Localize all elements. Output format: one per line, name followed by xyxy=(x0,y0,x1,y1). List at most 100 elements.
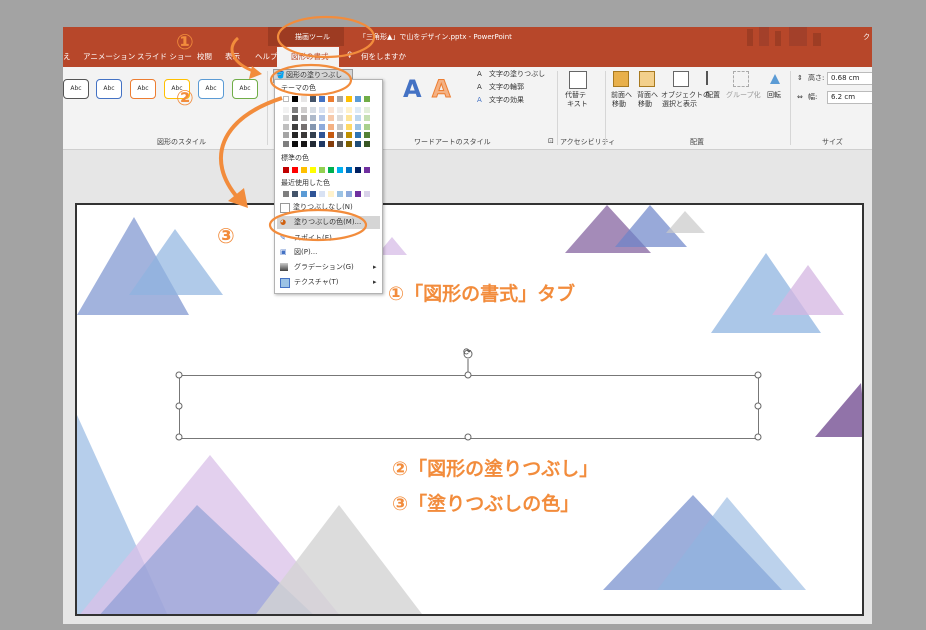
theme-color-swatch[interactable] xyxy=(292,123,298,130)
theme-color-swatch[interactable] xyxy=(337,106,343,113)
text-outline-icon[interactable]: A xyxy=(477,83,482,92)
theme-color-swatch[interactable] xyxy=(346,132,352,138)
theme-color-swatch[interactable] xyxy=(355,106,361,113)
theme-color-swatch[interactable] xyxy=(283,106,289,113)
lightbulb-icon[interactable]: ♀ xyxy=(347,50,353,59)
theme-color-swatch[interactable] xyxy=(283,123,289,130)
theme-color-swatch[interactable] xyxy=(319,140,325,147)
selection-pane-label-2[interactable]: 選択と表示 xyxy=(662,100,697,109)
theme-color-swatch[interactable] xyxy=(319,132,325,138)
theme-color-swatch[interactable] xyxy=(301,132,307,138)
text-fill-icon[interactable]: A xyxy=(477,70,482,79)
theme-color-swatch[interactable] xyxy=(301,106,307,113)
group-label[interactable]: グループ化 xyxy=(726,91,761,100)
width-input[interactable]: 6.2 cm xyxy=(827,91,872,104)
recent-color-swatch[interactable] xyxy=(319,191,325,197)
theme-color-swatch[interactable] xyxy=(346,115,352,121)
theme-color-swatch[interactable] xyxy=(292,132,298,138)
theme-color-swatch[interactable] xyxy=(328,96,334,102)
text-fill-label[interactable]: 文字の塗りつぶし xyxy=(489,70,545,79)
bring-forward-label-2[interactable]: 移動 xyxy=(612,100,626,109)
shape-style-2[interactable]: Abc xyxy=(96,79,122,99)
recent-color-swatch[interactable] xyxy=(310,191,316,197)
recent-color-swatch[interactable] xyxy=(301,191,307,197)
theme-color-swatch[interactable] xyxy=(328,132,334,138)
recent-color-swatch[interactable] xyxy=(337,191,343,197)
align-icon[interactable] xyxy=(706,71,722,85)
theme-color-swatch[interactable] xyxy=(319,123,325,130)
theme-color-swatch[interactable] xyxy=(337,123,343,130)
theme-color-swatch[interactable] xyxy=(310,106,316,113)
theme-color-swatch[interactable] xyxy=(355,115,361,121)
theme-color-swatch[interactable] xyxy=(364,106,370,113)
theme-color-swatch[interactable] xyxy=(355,132,361,138)
recent-color-swatch[interactable] xyxy=(292,191,298,197)
standard-color-swatch[interactable] xyxy=(328,167,334,173)
theme-color-swatch[interactable] xyxy=(337,140,343,147)
theme-color-swatch[interactable] xyxy=(301,96,307,102)
send-backward-label-1[interactable]: 背面へ xyxy=(637,91,658,100)
tell-me-box[interactable]: 何をしますか xyxy=(361,51,406,62)
theme-color-swatch[interactable] xyxy=(364,132,370,138)
text-effects-icon[interactable]: A xyxy=(477,96,482,105)
theme-color-swatch[interactable] xyxy=(364,96,370,102)
tab-transition[interactable]: え xyxy=(63,51,71,62)
texture-item[interactable]: テクスチャ(T) ▸ xyxy=(275,276,382,289)
theme-color-swatch[interactable] xyxy=(355,140,361,147)
more-fill-colors-item[interactable]: ◕ 塗りつぶしの色(M)... xyxy=(277,216,380,229)
theme-color-swatch[interactable] xyxy=(328,140,334,147)
theme-color-swatch[interactable] xyxy=(346,96,352,102)
alt-text-label-2[interactable]: キスト xyxy=(567,100,588,109)
group-icon[interactable] xyxy=(733,71,749,87)
theme-color-swatch[interactable] xyxy=(364,115,370,121)
shape-style-1[interactable]: Abc xyxy=(63,79,89,99)
standard-color-swatch[interactable] xyxy=(310,167,316,173)
recent-color-swatch[interactable] xyxy=(328,191,334,197)
theme-color-swatch[interactable] xyxy=(328,115,334,121)
theme-color-swatch[interactable] xyxy=(310,115,316,121)
send-backward-label-2[interactable]: 移動 xyxy=(638,100,652,109)
theme-color-swatch[interactable] xyxy=(283,96,289,102)
theme-color-swatch[interactable] xyxy=(292,115,298,121)
rotate-icon[interactable] xyxy=(768,71,782,85)
selection-pane-icon[interactable] xyxy=(673,71,689,87)
theme-color-swatch[interactable] xyxy=(319,106,325,113)
theme-color-swatch[interactable] xyxy=(301,123,307,130)
theme-color-swatch[interactable] xyxy=(328,106,334,113)
theme-color-swatch[interactable] xyxy=(364,140,370,147)
tab-help[interactable]: ヘルプ xyxy=(255,51,278,62)
theme-color-swatch[interactable] xyxy=(364,123,370,130)
send-backward-icon[interactable] xyxy=(639,71,655,87)
standard-color-swatch[interactable] xyxy=(283,167,289,173)
tab-view[interactable]: 表示 xyxy=(225,51,240,62)
standard-color-swatch[interactable] xyxy=(292,167,298,173)
standard-color-swatch[interactable] xyxy=(355,167,361,173)
theme-color-swatch[interactable] xyxy=(283,115,289,121)
theme-color-swatch[interactable] xyxy=(328,123,334,130)
theme-color-swatch[interactable] xyxy=(319,115,325,121)
theme-color-swatch[interactable] xyxy=(337,132,343,138)
theme-color-swatch[interactable] xyxy=(355,96,361,102)
theme-color-swatch[interactable] xyxy=(301,115,307,121)
theme-color-swatch[interactable] xyxy=(292,140,298,147)
picture-fill-item[interactable]: ▣ 図(P)... xyxy=(275,246,382,259)
theme-color-swatch[interactable] xyxy=(301,140,307,147)
shape-style-5[interactable]: Abc xyxy=(198,79,224,99)
standard-color-swatch[interactable] xyxy=(319,167,325,173)
theme-color-swatch[interactable] xyxy=(283,132,289,138)
wordart-dialog-launcher-icon[interactable]: ⊡ xyxy=(548,137,554,146)
theme-color-swatch[interactable] xyxy=(346,140,352,147)
selection-pane-label-1[interactable]: オブジェクトの xyxy=(661,91,710,100)
rotate-handle-icon[interactable]: ⟳ xyxy=(463,347,471,358)
eyedropper-item[interactable]: ✎ スポイト(E) xyxy=(275,232,382,245)
height-input[interactable]: 0.68 cm xyxy=(827,72,872,85)
shape-style-3[interactable]: Abc xyxy=(130,79,156,99)
bring-forward-label-1[interactable]: 前面へ xyxy=(611,91,632,100)
alt-text-icon[interactable] xyxy=(569,71,587,89)
recent-color-swatch[interactable] xyxy=(364,191,370,197)
theme-color-swatch[interactable] xyxy=(310,132,316,138)
wordart-style-blue-a[interactable]: A xyxy=(403,75,422,103)
standard-color-swatch[interactable] xyxy=(364,167,370,173)
bring-forward-icon[interactable] xyxy=(613,71,629,87)
theme-color-swatch[interactable] xyxy=(346,106,352,113)
